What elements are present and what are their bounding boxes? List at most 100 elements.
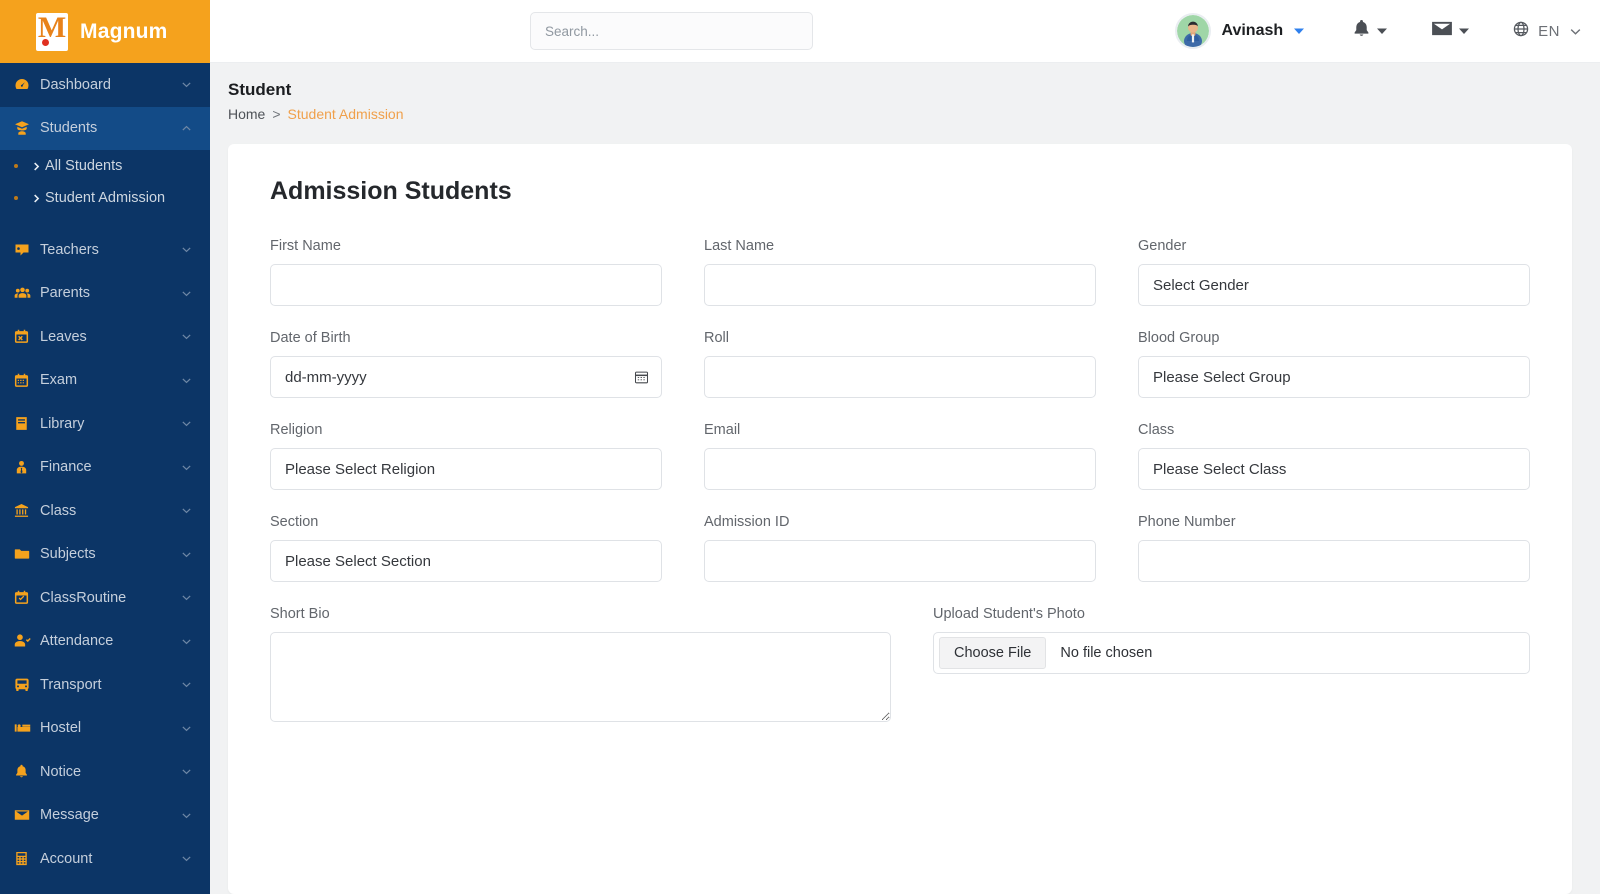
sidebar-item-label: Teachers xyxy=(40,242,178,258)
chevron-down-icon xyxy=(178,331,194,342)
envelope-icon xyxy=(1431,20,1453,42)
file-upload-control[interactable]: Choose File No file chosen xyxy=(933,632,1530,674)
select-value: Select Gender xyxy=(1153,277,1249,294)
sidebar-item-finance[interactable]: Finance xyxy=(0,446,210,490)
sidebar-item-label: Leaves xyxy=(40,329,178,345)
search-input[interactable] xyxy=(530,12,813,50)
sidebar-nav: Dashboard Students xyxy=(0,63,210,881)
header-right-controls: Avinash xyxy=(1175,13,1583,49)
date-of-birth-input[interactable]: dd-mm-yyyy xyxy=(270,356,662,398)
choose-file-button[interactable]: Choose File xyxy=(939,637,1046,669)
sidebar-item-label: Finance xyxy=(40,459,178,475)
sidebar-item-library[interactable]: Library xyxy=(0,402,210,446)
notifications-button[interactable] xyxy=(1352,19,1387,43)
sidebar-item-hostel[interactable]: Hostel xyxy=(0,707,210,751)
form-heading: Admission Students xyxy=(270,177,1542,206)
sidebar-item-label: Exam xyxy=(40,372,178,388)
sidebar-item-classroutine[interactable]: ClassRoutine xyxy=(0,576,210,620)
sidebar-item-label: ClassRoutine xyxy=(40,590,178,606)
sidebar-submenu-students: All Students Student Admission xyxy=(0,150,210,214)
page-head: Student Home > Student Admission xyxy=(210,63,1600,122)
phone-number-input[interactable] xyxy=(1138,540,1530,582)
envelope-icon xyxy=(14,808,40,822)
field-admission-id: Admission ID xyxy=(692,514,1108,582)
sidebar-item-label: Library xyxy=(40,416,178,432)
sidebar-item-dashboard[interactable]: Dashboard xyxy=(0,63,210,107)
user-name: Avinash xyxy=(1222,22,1284,40)
sidebar-item-attendance[interactable]: Attendance xyxy=(0,620,210,664)
field-short-bio: Short Bio xyxy=(258,606,903,727)
blood-group-select[interactable]: Please Select Group xyxy=(1138,356,1530,398)
field-blood-group: Blood Group Please Select Group xyxy=(1126,330,1542,398)
sidebar-item-subjects[interactable]: Subjects xyxy=(0,533,210,577)
user-menu[interactable]: Avinash xyxy=(1175,13,1305,49)
top-header: Avinash xyxy=(210,0,1600,63)
chevron-down-icon xyxy=(178,592,194,603)
chevron-right-icon xyxy=(31,193,42,204)
sidebar-item-notice[interactable]: Notice xyxy=(0,750,210,794)
breadcrumb-home[interactable]: Home xyxy=(228,106,265,122)
sidebar-item-label: Message xyxy=(40,807,178,823)
calculator-icon xyxy=(14,851,40,866)
field-religion: Religion Please Select Religion xyxy=(258,422,674,490)
chevron-right-icon xyxy=(31,161,42,172)
chevron-down-icon xyxy=(178,853,194,864)
sidebar-item-message[interactable]: Message xyxy=(0,794,210,838)
bullet-icon xyxy=(14,164,18,168)
sidebar-item-transport[interactable]: Transport xyxy=(0,663,210,707)
admission-form-card: Admission Students First Name Last Name … xyxy=(228,144,1572,894)
chevron-down-icon xyxy=(178,288,194,299)
email-input[interactable] xyxy=(704,448,1096,490)
date-input-wrap: dd-mm-yyyy xyxy=(270,356,662,398)
field-gender: Gender Select Gender xyxy=(1126,238,1542,306)
select-value: Please Select Group xyxy=(1153,369,1291,386)
sidebar-item-exam[interactable]: Exam xyxy=(0,359,210,403)
gender-select[interactable]: Select Gender xyxy=(1138,264,1530,306)
sidebar-item-students[interactable]: Students xyxy=(0,107,210,151)
sidebar-item-leaves[interactable]: Leaves xyxy=(0,315,210,359)
sidebar-item-all-students[interactable]: All Students xyxy=(0,150,210,182)
sidebar-item-label: Dashboard xyxy=(40,77,178,93)
select-value: Please Select Section xyxy=(285,553,431,570)
sidebar-item-class[interactable]: Class xyxy=(0,489,210,533)
chevron-down-icon xyxy=(1377,26,1387,36)
sidebar-item-student-admission[interactable]: Student Admission xyxy=(0,182,210,214)
last-name-input[interactable] xyxy=(704,264,1096,306)
chevron-down-icon xyxy=(178,505,194,516)
calendar-check-icon xyxy=(14,590,40,605)
messages-button[interactable] xyxy=(1431,20,1469,42)
sidebar-submenu-label: All Students xyxy=(45,158,122,174)
page-title: Student xyxy=(228,80,1600,100)
user-check-icon xyxy=(14,633,40,649)
brand-logo-area[interactable]: M Magnum xyxy=(0,0,210,63)
bed-icon xyxy=(14,721,40,735)
chevron-down-icon xyxy=(178,723,194,734)
sidebar-item-label: Account xyxy=(40,851,178,867)
field-email: Email xyxy=(692,422,1108,490)
section-select[interactable]: Please Select Section xyxy=(270,540,662,582)
sidebar-item-teachers[interactable]: Teachers xyxy=(0,228,210,272)
sidebar-submenu-label: Student Admission xyxy=(45,190,165,206)
field-label: Section xyxy=(270,514,662,530)
chevron-down-icon xyxy=(178,79,194,90)
religion-select[interactable]: Please Select Religion xyxy=(270,448,662,490)
field-label: Phone Number xyxy=(1138,514,1530,530)
chevron-down-icon xyxy=(178,462,194,473)
sidebar-item-account[interactable]: Account xyxy=(0,837,210,881)
sidebar-item-parents[interactable]: Parents xyxy=(0,272,210,316)
chevron-down-icon xyxy=(178,549,194,560)
roll-input[interactable] xyxy=(704,356,1096,398)
bank-icon xyxy=(14,503,40,518)
class-select[interactable]: Please Select Class xyxy=(1138,448,1530,490)
short-bio-textarea[interactable] xyxy=(270,632,891,722)
admission-id-input[interactable] xyxy=(704,540,1096,582)
date-value: dd-mm-yyyy xyxy=(285,369,367,386)
chevron-down-icon xyxy=(1294,26,1304,36)
field-roll: Roll xyxy=(692,330,1108,398)
first-name-input[interactable] xyxy=(270,264,662,306)
chevron-down-icon xyxy=(178,810,194,821)
field-class: Class Please Select Class xyxy=(1126,422,1542,490)
select-value: Please Select Religion xyxy=(285,461,435,478)
language-selector[interactable]: EN xyxy=(1513,21,1582,42)
search-container xyxy=(530,12,813,50)
